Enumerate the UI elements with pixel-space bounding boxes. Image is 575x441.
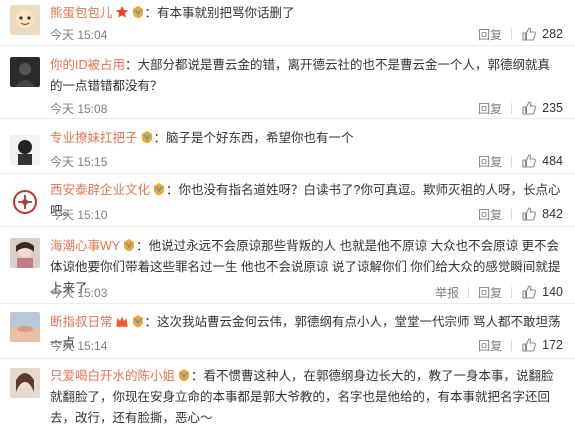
username[interactable]: 海潮心事WY	[50, 239, 120, 253]
username[interactable]: 断指叔日常	[50, 315, 113, 329]
comment-actions: 回复 172	[478, 336, 563, 354]
divider	[511, 155, 513, 167]
username[interactable]: 熊蛋包包儿	[50, 6, 113, 20]
like-count: 282	[542, 27, 563, 41]
comment-body: ：有本事就别把骂你话删了	[144, 6, 295, 20]
membership-badge-icon	[131, 314, 145, 328]
comment-item: 海潮心事WY ：他说过永远不会原谅那些背叛的人 也就是他不原谅 大众也不会原谅 更…	[0, 228, 575, 304]
comment-actions: 回复 235	[478, 99, 563, 117]
like-button[interactable]: 842	[521, 206, 563, 222]
divider	[511, 102, 513, 114]
avatar[interactable]	[10, 135, 40, 165]
comment-meta: 今天 15:04 回复 282	[50, 25, 563, 43]
comment-actions: 回复 842	[478, 205, 563, 223]
thumbs-up-icon	[522, 101, 537, 115]
avatar[interactable]	[10, 312, 40, 342]
timestamp: 今天 15:15	[50, 155, 108, 169]
timestamp: 今天 15:14	[50, 339, 108, 353]
avatar[interactable]	[10, 238, 40, 268]
comment-item: 断指叔日常 ：这次我站曹云金何云伟，郭德纲有点小人，堂堂一代宗师 骂人都不敢坦荡一…	[0, 305, 575, 359]
comment-text: 熊蛋包包儿 ：有本事就别把骂你话删了	[50, 3, 561, 24]
avatar[interactable]	[10, 187, 40, 217]
like-count: 235	[542, 101, 563, 115]
comment-item: 你的ID被占用：大部分都说是曹云金的错，离开德云社的也不是曹云金一个人，郭德纲就…	[0, 47, 575, 119]
membership-badge-icon	[152, 182, 166, 196]
comment-actions: 回复 484	[478, 152, 563, 170]
comment-meta: 今天 15:15 回复 484	[50, 152, 563, 170]
timestamp: 今天 15:10	[50, 208, 108, 222]
like-count: 172	[542, 338, 563, 352]
like-button[interactable]: 172	[521, 337, 563, 353]
thumbs-up-icon	[522, 154, 537, 168]
report-button[interactable]: 举报	[435, 284, 459, 301]
star-badge-icon	[115, 5, 129, 19]
comment-actions: 举报 回复 140	[435, 283, 563, 301]
like-button[interactable]: 140	[521, 284, 563, 300]
thumbs-up-icon	[522, 338, 537, 352]
comment-body: ：大部分都说是曹云金的错，离开德云社的也不是曹云金一个人，郭德纲就真的一点错错都…	[50, 58, 551, 93]
divider	[468, 286, 470, 298]
comment-item: 只爱喝白开水的陈小姐 ：看不惯曹这种人，在郭德纲身边长大的，教了一身本事，说翻脸就…	[0, 360, 575, 441]
reply-button[interactable]: 回复	[478, 337, 502, 354]
reply-button[interactable]: 回复	[478, 100, 502, 117]
thumbs-up-icon	[522, 27, 537, 41]
comment-item: 熊蛋包包儿 ：有本事就别把骂你话删了 今天 15:04 回复 282	[0, 0, 575, 46]
reply-button[interactable]: 回复	[478, 206, 502, 223]
like-count: 140	[542, 285, 563, 299]
thumbs-up-icon	[522, 207, 537, 221]
comment-text: 只爱喝白开水的陈小姐 ：看不惯曹这种人，在郭德纲身边长大的，教了一身本事，说翻脸就…	[50, 366, 561, 429]
avatar[interactable]	[10, 368, 40, 398]
comment-meta: 今天 15:08 回复 235	[50, 99, 563, 117]
comment-text: 你的ID被占用：大部分都说是曹云金的错，离开德云社的也不是曹云金一个人，郭德纲就…	[50, 55, 561, 97]
timestamp: 今天 15:08	[50, 102, 108, 116]
divider	[511, 208, 513, 220]
divider	[511, 339, 513, 351]
reply-button[interactable]: 回复	[478, 26, 502, 43]
username[interactable]: 只爱喝白开水的陈小姐	[50, 369, 175, 383]
username[interactable]: 专业撩妹扛把子	[50, 131, 138, 145]
comment-body: ：脑子是个好东西，希望你也有一个	[153, 131, 354, 145]
divider	[511, 286, 513, 298]
comment-text: 专业撩妹扛把子 ：脑子是个好东西，希望你也有一个	[50, 128, 561, 149]
like-button[interactable]: 282	[521, 26, 563, 42]
like-count: 842	[542, 207, 563, 221]
avatar[interactable]	[10, 57, 40, 87]
comment-item: 专业撩妹扛把子 ：脑子是个好东西，希望你也有一个 今天 15:15 回复 484	[0, 120, 575, 174]
like-count: 484	[542, 154, 563, 168]
comment-meta: 今天 15:10 回复 842	[50, 205, 563, 223]
membership-badge-icon	[122, 238, 136, 252]
thumbs-up-icon	[522, 285, 537, 299]
comment-meta: 今天 15:14 回复 172	[50, 336, 563, 354]
comment-meta: 今天 15:03 举报 回复 140	[50, 283, 563, 301]
username[interactable]: 西安泰辟企业文化	[50, 183, 150, 197]
reply-button[interactable]: 回复	[478, 153, 502, 170]
like-button[interactable]: 484	[521, 153, 563, 169]
membership-badge-icon	[177, 368, 191, 382]
like-button[interactable]: 235	[521, 100, 563, 116]
membership-badge-icon	[131, 5, 145, 19]
avatar[interactable]	[10, 5, 40, 35]
crown-badge-icon	[115, 314, 129, 328]
comment-actions: 回复 282	[478, 25, 563, 43]
membership-badge-icon	[140, 130, 154, 144]
timestamp: 今天 15:03	[50, 286, 108, 300]
username[interactable]: 你的ID被占用	[50, 58, 125, 72]
comment-item: 西安泰辟企业文化 ：你也没有指名道姓呀？白读书了?你可真逗。欺师灭祖的人呀，长点心…	[0, 175, 575, 227]
reply-button[interactable]: 回复	[478, 284, 502, 301]
divider	[511, 28, 513, 40]
timestamp: 今天 15:04	[50, 28, 108, 42]
